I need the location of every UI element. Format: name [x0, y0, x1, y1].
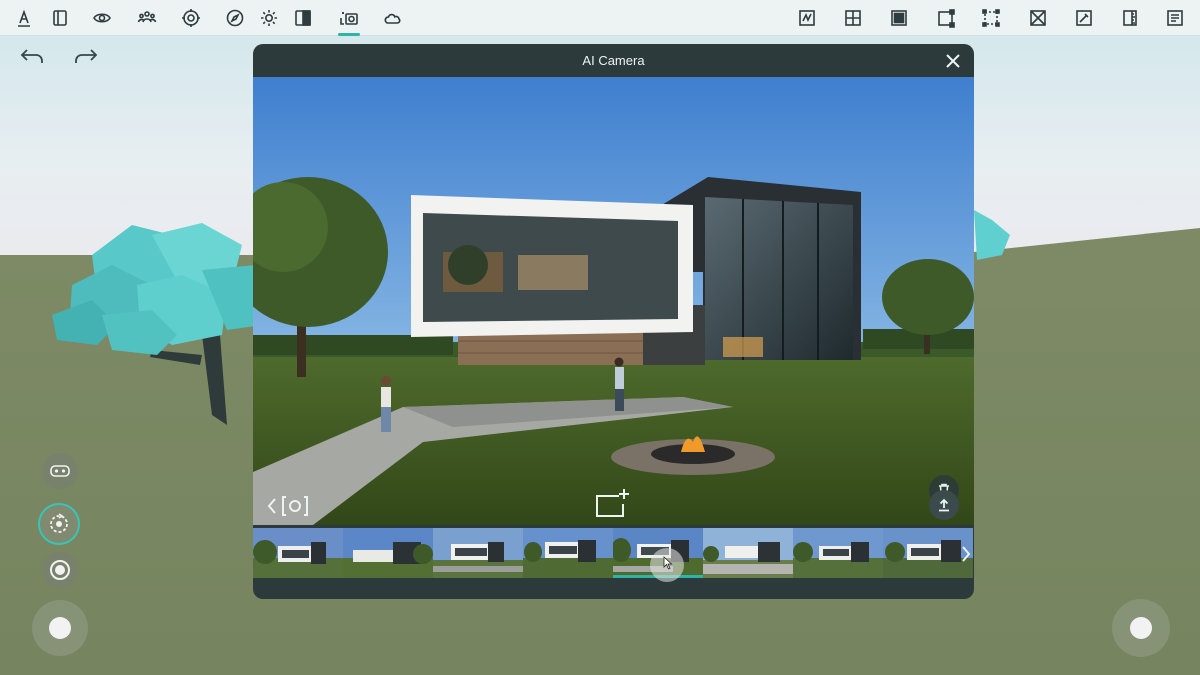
split-view-icon[interactable] — [290, 6, 316, 30]
cloud-icon[interactable] — [379, 6, 405, 30]
sun-icon[interactable] — [256, 6, 282, 30]
close-button[interactable] — [944, 52, 962, 70]
eye-icon[interactable] — [89, 6, 115, 30]
back-to-camera-button[interactable] — [267, 490, 309, 522]
top-toolbar — [0, 0, 1200, 36]
corner-resize-icon[interactable] — [933, 6, 959, 30]
thumbnail-image — [523, 528, 613, 578]
ai-camera-panel: AI Camera — [253, 44, 974, 599]
thumbnail-item[interactable] — [343, 528, 433, 578]
document-icon[interactable] — [1162, 6, 1188, 30]
thumbnail-item[interactable] — [703, 528, 793, 578]
sketch-icon[interactable] — [794, 6, 820, 30]
panel-header: AI Camera — [253, 44, 974, 77]
compass-icon[interactable] — [222, 6, 248, 30]
text-style-icon[interactable] — [11, 6, 37, 30]
filmstrip-next-button[interactable] — [958, 528, 974, 580]
people-icon[interactable] — [134, 6, 160, 30]
undo-arrow-icon — [20, 49, 43, 63]
chevron-left-icon — [267, 498, 276, 514]
add-frame-button[interactable] — [595, 488, 631, 518]
vr-mode-button[interactable] — [42, 453, 78, 489]
record-icon — [50, 560, 70, 580]
thumbnail-item[interactable] — [793, 528, 883, 578]
low-poly-tree-right — [974, 210, 1010, 260]
upload-button[interactable] — [929, 490, 959, 520]
pin-edit-icon[interactable] — [1071, 6, 1097, 30]
panel-icon[interactable] — [47, 6, 73, 30]
add-frame-icon — [596, 489, 629, 517]
thumbnail-image — [433, 528, 523, 578]
joystick-knob[interactable] — [1130, 617, 1152, 639]
low-poly-tree-left — [52, 223, 262, 425]
thumbnail-image — [793, 528, 883, 578]
thumbnail-item[interactable] — [253, 528, 343, 578]
mouse-pointer-icon — [663, 556, 673, 570]
ai-camera-icon[interactable] — [336, 6, 362, 30]
vr-headset-icon — [50, 465, 70, 477]
move-joystick[interactable] — [32, 600, 88, 656]
camera-controls-bar — [253, 484, 974, 529]
image-filmstrip — [253, 528, 973, 580]
chevron-right-icon — [962, 546, 971, 562]
thumbnail-item[interactable] — [433, 528, 523, 578]
look-joystick[interactable] — [1112, 599, 1170, 657]
thumbnail-item[interactable] — [523, 528, 613, 578]
rotate-camera-button[interactable] — [38, 503, 80, 545]
measure-icon[interactable] — [1117, 6, 1143, 30]
redo-arrow-icon — [75, 49, 98, 63]
thumbnail-image — [703, 528, 793, 578]
undo-button[interactable] — [19, 46, 47, 70]
rotate-camera-icon — [50, 513, 68, 533]
upload-icon — [939, 498, 949, 512]
panel-title: AI Camera — [582, 53, 645, 68]
close-icon — [946, 54, 960, 68]
rendered-image-preview — [253, 77, 974, 525]
solid-square-icon[interactable] — [886, 6, 912, 30]
modern-house-render — [253, 77, 974, 525]
active-tab-indicator — [338, 33, 360, 36]
cross-box-icon[interactable] — [1025, 6, 1051, 30]
settings-gear-icon[interactable] — [178, 6, 204, 30]
redo-button[interactable] — [73, 46, 101, 70]
dashed-select-icon[interactable] — [978, 6, 1004, 30]
grid-icon[interactable] — [840, 6, 866, 30]
joystick-knob[interactable] — [49, 617, 71, 639]
camera-frame-icon — [282, 496, 308, 516]
thumbnail-image — [253, 528, 343, 578]
thumbnail-image — [343, 528, 433, 578]
record-button[interactable] — [42, 552, 78, 588]
